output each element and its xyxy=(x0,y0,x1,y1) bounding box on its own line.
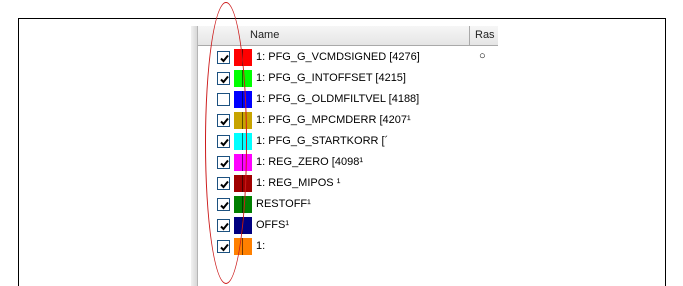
signal-label: 1: PFG_G_VCMDSIGNED [4276] xyxy=(256,51,420,63)
signal-label: 1: REG_ZERO [4098¹ xyxy=(256,156,363,168)
highlight-ellipse xyxy=(205,2,247,284)
signal-label: RESTOFF¹ xyxy=(256,198,311,210)
signal-label: 1: REG_MIPOS ¹ xyxy=(256,177,341,189)
signal-label: 1: PFG_G_OLDMFILTVEL [4188] xyxy=(256,93,420,105)
signal-label: 1: xyxy=(256,240,266,252)
column-header-ras[interactable]: Ras xyxy=(471,26,498,45)
signal-label: 1: PFG_G_MPCMDERR [4207¹ xyxy=(256,114,411,126)
signal-label: 1: PFG_G_STARTKORR [´ xyxy=(256,135,389,147)
swatch-line xyxy=(242,238,243,255)
column-header-name[interactable]: Name xyxy=(246,26,470,45)
signal-label: 1: PFG_G_INTOFFSET [4215] xyxy=(256,72,406,84)
list-header: Name Ras xyxy=(198,26,498,46)
signal-label: OFFS¹ xyxy=(256,219,289,231)
signal-row[interactable]: 1: xyxy=(198,236,498,257)
ras-radio-icon[interactable]: ○ xyxy=(479,50,486,62)
